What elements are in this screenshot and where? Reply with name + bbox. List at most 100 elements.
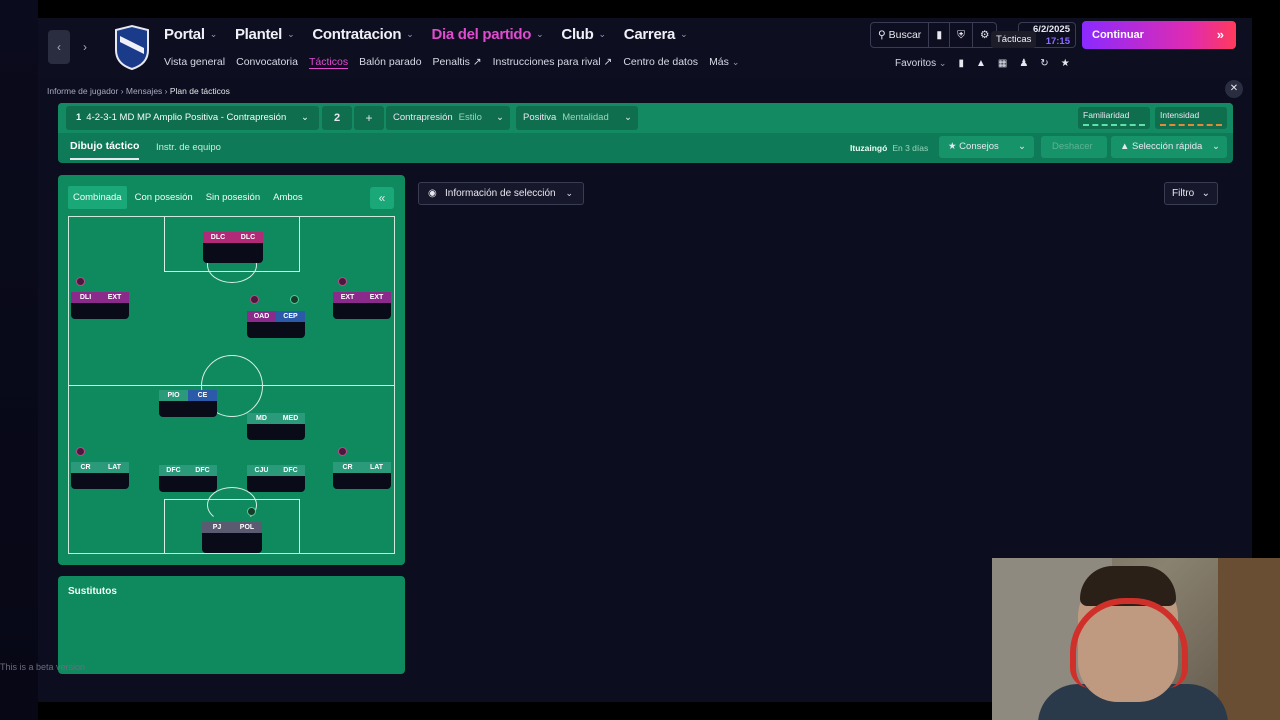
shield-icon[interactable]: ⛨ bbox=[950, 23, 973, 47]
player-slot-cm-left[interactable]: PIO CE bbox=[159, 390, 217, 417]
undo-button[interactable]: Deshacer bbox=[1041, 136, 1107, 158]
sub-menu: Vista general Convocatoria Tácticos Baló… bbox=[164, 56, 739, 68]
role-badge: DLI bbox=[71, 292, 100, 303]
player-card bbox=[71, 473, 129, 489]
player-slot-cb-left[interactable]: DFC DFC bbox=[159, 465, 217, 492]
status-dot bbox=[338, 277, 347, 286]
chevron-down-icon: ⌄ bbox=[565, 188, 573, 198]
crumb-informe[interactable]: Informe de jugador bbox=[47, 86, 118, 96]
quick-select-dropdown[interactable]: ▲ Selección rápida ⌄ bbox=[1111, 136, 1227, 158]
submenu-centro-datos[interactable]: Centro de datos bbox=[623, 56, 698, 68]
add-tactic-button[interactable]: + bbox=[354, 106, 384, 130]
close-icon[interactable]: ✕ bbox=[1225, 80, 1243, 98]
filter-dropdown[interactable]: Filtro ⌄ bbox=[1164, 182, 1218, 205]
tab-ambos[interactable]: Ambos bbox=[268, 186, 308, 209]
collapse-panel-button[interactable]: « bbox=[370, 187, 394, 209]
role-badge: DFC bbox=[276, 465, 305, 476]
player-card bbox=[333, 473, 391, 489]
shirt-icon: ▲ bbox=[1120, 141, 1130, 152]
player-slot-cb-right[interactable]: CJU DFC bbox=[247, 465, 305, 492]
selection-info-dropdown[interactable]: ◉ Información de selección ⌄ bbox=[418, 182, 584, 205]
star-icon: ★ bbox=[948, 141, 957, 152]
tab-con-posesion[interactable]: Con posesión bbox=[130, 186, 198, 209]
player-card bbox=[71, 303, 129, 319]
beta-watermark: This is a beta version bbox=[0, 662, 86, 672]
advice-dropdown[interactable]: ★ Consejos ⌄ bbox=[939, 136, 1034, 158]
intensity-meter[interactable]: Intensidad bbox=[1155, 107, 1227, 129]
menu-portal[interactable]: Portal ⌄ bbox=[164, 26, 217, 43]
tactic-slot-button[interactable]: 2 bbox=[322, 106, 352, 130]
submenu-mas[interactable]: Más ⌄ bbox=[709, 56, 739, 68]
player-slot-lb[interactable]: CR LAT bbox=[71, 462, 129, 489]
menu-dia-del-partido[interactable]: Dia del partido ⌄ bbox=[431, 26, 543, 43]
status-dot bbox=[76, 447, 85, 456]
tactics-board-icon[interactable]: ▦ bbox=[998, 58, 1007, 69]
pitch-view-tabs: Combinada Con posesión Sin posesión Ambo… bbox=[68, 186, 308, 209]
selection-info-label: Información de selección bbox=[445, 188, 556, 199]
submenu-tacticos[interactable]: Tácticos bbox=[309, 56, 348, 68]
menu-club[interactable]: Club ⌄ bbox=[561, 26, 606, 43]
tactic-number: 1 bbox=[76, 112, 82, 123]
refresh-icon[interactable]: ↻ bbox=[1040, 58, 1048, 69]
player-card bbox=[247, 424, 305, 440]
tooltip: Tácticas bbox=[991, 31, 1037, 48]
favorites-dropdown[interactable]: Favoritos ⌄ bbox=[895, 58, 946, 69]
mentality-value: Positiva bbox=[523, 112, 557, 123]
familiarity-meter[interactable]: Familiaridad bbox=[1078, 107, 1150, 129]
player-slot-st[interactable]: DLC DLC bbox=[203, 232, 263, 263]
menu-contratacion[interactable]: Contratacion ⌄ bbox=[312, 26, 413, 43]
chevron-down-icon: ⌄ bbox=[1201, 188, 1210, 199]
tactic-selector[interactable]: 1 4-2-3-1 MD MP Amplio Positiva - Contrap… bbox=[66, 106, 319, 130]
shirt-icon[interactable]: ▲ bbox=[976, 58, 986, 69]
submenu-balon-parado[interactable]: Balón parado bbox=[359, 56, 421, 68]
status-dot bbox=[338, 447, 347, 456]
tab-instrucciones-equipo[interactable]: Instr. de equipo bbox=[156, 142, 221, 153]
mentality-label: Mentalidad bbox=[562, 112, 609, 123]
player-slot-rw[interactable]: EXT EXT bbox=[333, 292, 391, 319]
submenu-instrucciones-rival[interactable]: Instrucciones para rival ↗ bbox=[493, 56, 613, 68]
player-slot-lw[interactable]: DLI EXT bbox=[71, 292, 129, 319]
tab-dibujo-tactico[interactable]: Dibujo táctico bbox=[70, 140, 140, 160]
menu-carrera[interactable]: Carrera ⌄ bbox=[624, 26, 688, 43]
style-dropdown[interactable]: Contrapresión Estilo ⌄ bbox=[386, 106, 510, 130]
forward-button[interactable]: › bbox=[74, 30, 96, 64]
player-card bbox=[202, 533, 262, 553]
player-slot-am[interactable]: OAD CEP bbox=[247, 311, 305, 338]
continue-button[interactable]: Continuar» bbox=[1082, 21, 1236, 49]
role-badge: CR bbox=[333, 462, 362, 473]
tactic-bar: 1 4-2-3-1 MD MP Amplio Positiva - Contrap… bbox=[58, 103, 1233, 163]
mentality-dropdown[interactable]: Positiva Mentalidad ⌄ bbox=[516, 106, 638, 130]
webcam-overlay bbox=[992, 558, 1280, 720]
tab-combinada[interactable]: Combinada bbox=[68, 186, 127, 209]
opponent-days: En 3 días bbox=[892, 143, 929, 153]
role-badge: LAT bbox=[100, 462, 129, 473]
role-badge: CEP bbox=[276, 311, 305, 322]
submenu-convocatoria[interactable]: Convocatoria bbox=[236, 56, 298, 68]
search-toolbar: ⚲ Buscar ▮ ⛨ ⚙ bbox=[870, 22, 998, 48]
tab-sin-posesion[interactable]: Sin posesión bbox=[201, 186, 265, 209]
opponent-name: Ituzaingó bbox=[850, 143, 888, 153]
back-button[interactable]: ‹ bbox=[48, 30, 70, 64]
role-badge: CR bbox=[71, 462, 100, 473]
chat-icon[interactable]: ▮ bbox=[958, 58, 964, 69]
player-slot-gk[interactable]: PJ POL bbox=[202, 522, 262, 553]
trophy-icon[interactable]: ★ bbox=[1061, 58, 1070, 69]
submenu-vista-general[interactable]: Vista general bbox=[164, 56, 225, 68]
bookmark-icon[interactable]: ▮ bbox=[929, 23, 951, 47]
crumb-mensajes[interactable]: Mensajes bbox=[126, 86, 162, 96]
eye-icon: ◉ bbox=[428, 188, 437, 199]
submenu-penaltis[interactable]: Penaltis ↗ bbox=[433, 56, 482, 68]
search-button[interactable]: ⚲ Buscar bbox=[871, 23, 930, 47]
club-crest-icon[interactable] bbox=[112, 24, 152, 70]
people-icon[interactable]: ♟ bbox=[1019, 58, 1028, 69]
background-edge bbox=[0, 0, 38, 720]
chevron-down-icon: ⌄ bbox=[301, 112, 309, 123]
player-slot-cm-right[interactable]: MD MED bbox=[247, 413, 305, 440]
search-icon: ⚲ bbox=[878, 29, 886, 41]
role-badge: EXT bbox=[333, 292, 362, 303]
familiarity-label: Familiaridad bbox=[1083, 110, 1130, 120]
player-slot-rb[interactable]: CR LAT bbox=[333, 462, 391, 489]
player-card bbox=[247, 322, 305, 338]
webcam-shelf bbox=[1218, 558, 1280, 720]
menu-plantel[interactable]: Plantel ⌄ bbox=[235, 26, 295, 43]
